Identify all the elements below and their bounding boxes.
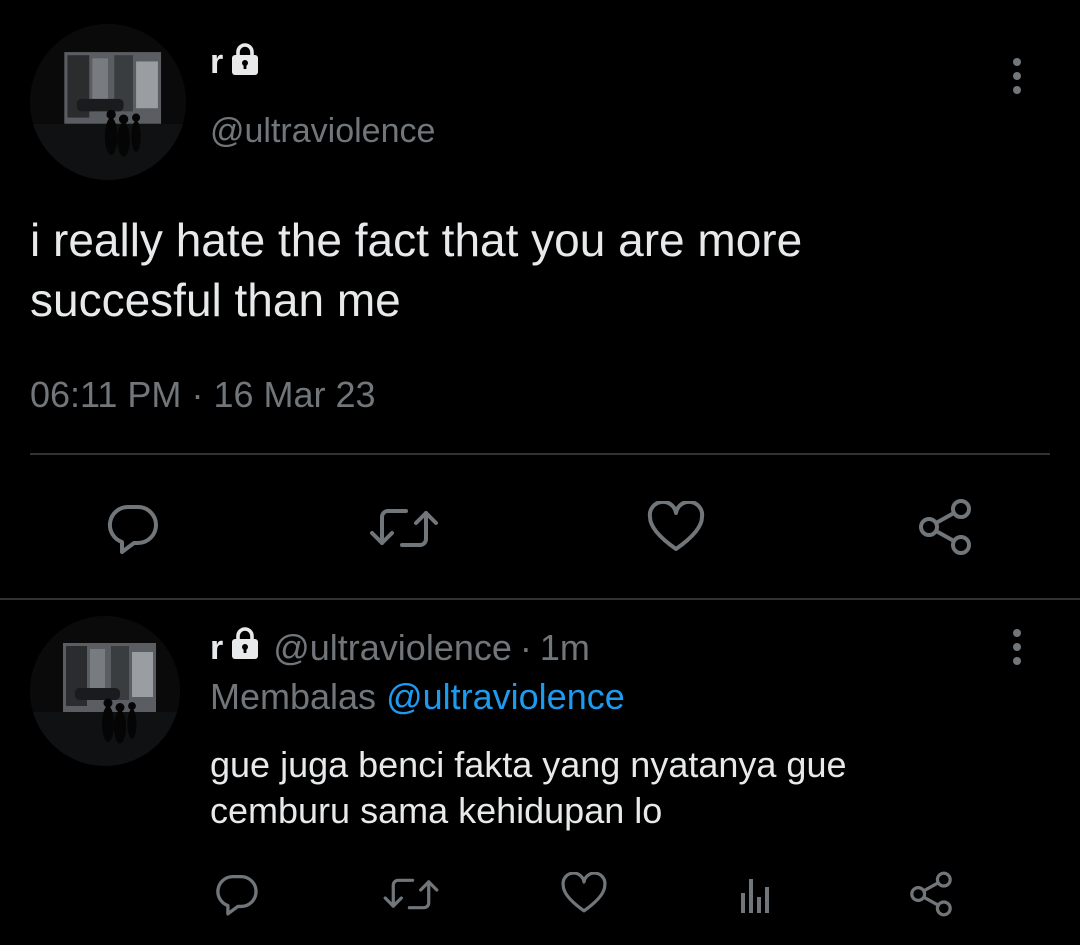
tweet-timestamp[interactable]: 06:11 PM · 16 Mar 23 xyxy=(30,374,376,416)
avatar-image xyxy=(30,616,180,766)
share-button[interactable] xyxy=(912,496,978,558)
display-name[interactable]: r xyxy=(210,45,223,79)
reply-separator: · xyxy=(519,626,532,668)
share-icon xyxy=(919,499,971,555)
replying-to-link[interactable]: @ultraviolence xyxy=(386,676,625,717)
lock-icon xyxy=(229,42,261,81)
timestamp-separator: · xyxy=(191,374,204,415)
reply-views-button[interactable] xyxy=(734,872,780,918)
like-icon xyxy=(647,501,705,551)
divider xyxy=(30,453,1050,455)
retweet-icon xyxy=(370,509,438,547)
reply-reply-button[interactable] xyxy=(210,868,264,920)
reply-handle[interactable]: @ultraviolence xyxy=(273,627,512,669)
reply-avatar[interactable] xyxy=(30,616,180,766)
like-button[interactable] xyxy=(644,500,708,556)
reply-text: gue juga benci fakta yang nyatanya gue c… xyxy=(210,744,847,831)
more-options-icon[interactable] xyxy=(1010,627,1024,667)
views-icon xyxy=(741,879,769,913)
replying-prefix: Membalas xyxy=(210,676,377,717)
reply-icon xyxy=(216,874,258,916)
tweet-time: 06:11 PM xyxy=(30,374,182,415)
author-handle[interactable]: @ultraviolence xyxy=(210,112,435,151)
tweet-text: i really hate the fact that you are more… xyxy=(30,214,803,326)
main-tweet: r @ultraviolence i really hate the fact … xyxy=(0,0,1080,600)
lock-icon xyxy=(229,626,261,669)
tweet-date: 16 Mar 23 xyxy=(213,374,376,415)
author-name-row: r xyxy=(210,42,261,81)
like-icon xyxy=(561,872,607,913)
share-icon xyxy=(910,871,952,917)
reply-retweet-button[interactable] xyxy=(380,870,442,918)
reply-display-name[interactable]: r xyxy=(210,631,223,665)
retweet-button[interactable] xyxy=(366,500,442,556)
replying-to: Membalas @ultraviolence xyxy=(210,676,625,718)
reply-time: 1m xyxy=(539,626,590,668)
reply-like-button[interactable] xyxy=(558,870,610,918)
tweet-detail-page: r @ultraviolence i really hate the fact … xyxy=(0,0,1080,945)
reply-icon xyxy=(107,504,158,554)
reply-button[interactable] xyxy=(100,498,166,558)
reply-header: r @ultraviolence · 1m xyxy=(210,626,590,669)
more-options-icon[interactable] xyxy=(1010,56,1024,96)
section-divider xyxy=(0,598,1080,600)
retweet-icon xyxy=(383,878,439,910)
avatar-image xyxy=(30,24,186,180)
avatar[interactable] xyxy=(30,24,186,180)
reply-share-button[interactable] xyxy=(904,868,958,920)
